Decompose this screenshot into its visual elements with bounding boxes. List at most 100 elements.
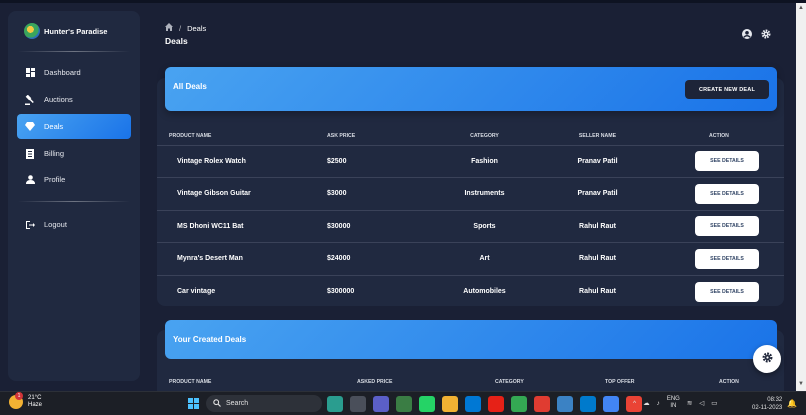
deals-table: PRODUCT NAME ASK PRICE CATEGORY SELLER N… bbox=[157, 127, 784, 308]
create-new-deal-button[interactable]: CREATE NEW DEAL bbox=[685, 80, 769, 99]
table-row: Mynra's Desert Man $24000 Art Rahul Raut… bbox=[157, 242, 784, 276]
cloud-icon[interactable]: ☁ bbox=[643, 399, 650, 407]
sidebar-item-logout[interactable]: Logout bbox=[17, 212, 131, 237]
mail-icon[interactable] bbox=[465, 396, 481, 412]
scroll-down-icon[interactable]: ▼ bbox=[798, 381, 804, 387]
seller-name: Rahul Raut bbox=[541, 210, 654, 243]
category: Instruments bbox=[428, 177, 541, 211]
column-header: ACTION bbox=[719, 379, 739, 385]
store-icon[interactable] bbox=[396, 396, 412, 412]
chrome-icon[interactable] bbox=[511, 396, 527, 412]
scroll-up-icon[interactable]: ▲ bbox=[798, 5, 804, 11]
category: Art bbox=[428, 242, 541, 276]
breadcrumb-separator: / bbox=[179, 23, 182, 33]
settings-icon bbox=[762, 352, 773, 366]
microphone-icon[interactable]: ♪ bbox=[657, 400, 660, 407]
app-icon[interactable] bbox=[534, 396, 550, 412]
card-title: Your Created Deals bbox=[173, 335, 247, 344]
column-header: TOP OFFER bbox=[605, 379, 635, 385]
sidebar-item-label: Dashboard bbox=[44, 68, 81, 77]
all-deals-header: All Deals CREATE NEW DEAL bbox=[165, 67, 777, 111]
search-icon bbox=[213, 398, 221, 409]
action-cell: SEE DETAILS bbox=[654, 210, 784, 243]
column-header: ASK PRICE bbox=[315, 127, 428, 146]
sidebar-item-label: Billing bbox=[44, 149, 65, 158]
sidebar-item-deals[interactable]: Deals bbox=[17, 114, 131, 139]
created-deals-header: Your Created Deals bbox=[165, 320, 777, 359]
chrome-icon[interactable] bbox=[557, 396, 573, 412]
sidebar-divider bbox=[18, 201, 130, 202]
language-indicator[interactable]: ENG IN bbox=[667, 396, 680, 410]
vertical-scrollbar[interactable]: ▲ ▼ bbox=[796, 3, 806, 391]
column-header: CATEGORY bbox=[428, 127, 541, 146]
date: 02-11-2023 bbox=[752, 405, 783, 411]
sidebar-item-label: Auctions bbox=[44, 95, 73, 104]
weather-widget[interactable]: 1 21°C Haze bbox=[9, 392, 43, 409]
card-title: All Deals bbox=[173, 82, 207, 91]
diamond-icon bbox=[25, 122, 35, 132]
dashboard-icon bbox=[25, 68, 35, 78]
search-placeholder: Search bbox=[226, 400, 249, 407]
youtube-icon[interactable] bbox=[488, 396, 504, 412]
chrome-icon[interactable] bbox=[603, 396, 619, 412]
table-header-row: PRODUCT NAME ASK PRICE CATEGORY SELLER N… bbox=[157, 127, 784, 146]
category: Automobiles bbox=[463, 288, 506, 295]
brand-logo-icon bbox=[24, 23, 40, 39]
clock[interactable]: 08:32 02-11-2023 bbox=[752, 396, 782, 412]
column-header: PRODUCT NAME bbox=[157, 127, 315, 146]
sidebar-item-auctions[interactable]: Auctions bbox=[17, 87, 131, 112]
file-explorer-icon[interactable] bbox=[442, 396, 458, 412]
product-name: Car vintage bbox=[177, 288, 216, 295]
settings-icon[interactable] bbox=[761, 29, 771, 41]
see-details-button[interactable]: SEE DETAILS bbox=[695, 248, 759, 269]
sidebar-item-dashboard[interactable]: Dashboard bbox=[17, 60, 131, 85]
account-icon[interactable] bbox=[742, 29, 752, 41]
table-row: Vintage Gibson Guitar $3000 Instruments … bbox=[157, 177, 784, 211]
sidebar-item-profile[interactable]: Profile bbox=[17, 167, 131, 192]
gavel-icon bbox=[25, 94, 35, 105]
product-name: Mynra's Desert Man bbox=[157, 242, 315, 276]
ask-price: $3000 bbox=[315, 177, 428, 211]
sidebar-item-billing[interactable]: Billing bbox=[17, 141, 131, 166]
volume-icon[interactable]: ◁ bbox=[699, 399, 704, 407]
brand-name: Hunter's Paradise bbox=[44, 26, 108, 36]
product-name: Vintage Gibson Guitar bbox=[157, 177, 315, 211]
see-details-button[interactable]: SEE DETAILS bbox=[695, 281, 759, 302]
vscode-icon[interactable] bbox=[580, 396, 596, 412]
language-code: ENG bbox=[666, 396, 680, 402]
sidebar-divider bbox=[18, 51, 130, 52]
wifi-icon[interactable]: ≋ bbox=[687, 399, 692, 407]
chevron-up-icon[interactable]: ^ bbox=[633, 400, 636, 407]
time: 08:32 bbox=[767, 397, 783, 403]
seller-name: Rahul Raut bbox=[541, 242, 654, 276]
whatsapp-icon[interactable] bbox=[419, 396, 435, 412]
product-name: MS Dhoni WC11 Bat bbox=[157, 210, 315, 243]
column-header: CATEGORY bbox=[495, 379, 524, 385]
seller-name: Rahul Raut bbox=[579, 288, 616, 295]
chat-icon[interactable] bbox=[373, 396, 389, 412]
notification-badge: 1 bbox=[15, 392, 23, 400]
task-view-icon[interactable] bbox=[350, 396, 366, 412]
see-details-button[interactable]: SEE DETAILS bbox=[695, 151, 759, 172]
notification-bell-icon[interactable]: 🔔 bbox=[787, 399, 797, 408]
see-details-button[interactable]: SEE DETAILS bbox=[695, 183, 759, 204]
brand[interactable]: Hunter's Paradise bbox=[24, 23, 107, 39]
battery-icon[interactable]: ▭ bbox=[711, 399, 717, 407]
ask-price: $2500 bbox=[315, 145, 428, 178]
taskbar-search[interactable]: Search bbox=[206, 395, 322, 412]
column-header: PRODUCT NAME bbox=[169, 379, 212, 385]
see-details-button[interactable]: SEE DETAILS bbox=[695, 216, 759, 237]
window-top-strip bbox=[0, 0, 806, 3]
weather-condition: Haze bbox=[28, 402, 43, 408]
seller-name: Pranav Patil bbox=[541, 177, 654, 211]
logout-icon bbox=[25, 220, 35, 230]
table-row: MS Dhoni WC11 Bat $30000 Sports Rahul Ra… bbox=[157, 210, 784, 243]
settings-fab-button[interactable] bbox=[753, 345, 781, 373]
widgets-icon[interactable] bbox=[327, 396, 343, 412]
home-icon[interactable] bbox=[165, 23, 173, 33]
sidebar-item-label: Logout bbox=[44, 220, 67, 229]
breadcrumb: / Deals bbox=[165, 23, 206, 33]
windows-start-icon[interactable] bbox=[188, 398, 199, 409]
temperature: 21°C bbox=[28, 395, 42, 401]
sidebar-item-label: Profile bbox=[44, 175, 66, 184]
